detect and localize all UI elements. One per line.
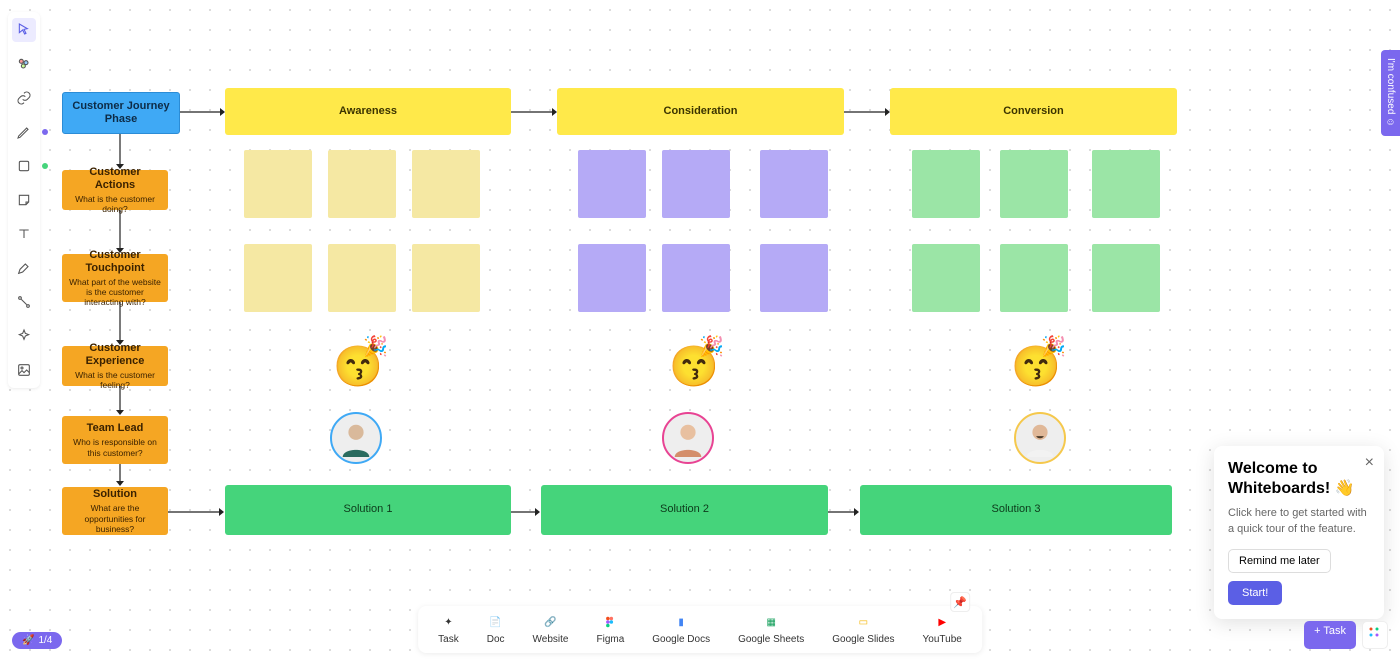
- connector-tool[interactable]: [12, 290, 36, 314]
- phase-conversion[interactable]: Conversion: [890, 88, 1177, 135]
- sticky-tool[interactable]: [12, 188, 36, 212]
- emoji-party-face-icon[interactable]: 😙: [332, 340, 384, 392]
- sticky[interactable]: [760, 150, 828, 218]
- insert-googledocs[interactable]: ▮Google Docs: [652, 614, 710, 645]
- link-tool[interactable]: [12, 86, 36, 110]
- solution-block[interactable]: Solution 2: [541, 485, 828, 535]
- insert-label: Doc: [487, 634, 505, 645]
- insert-label: Google Docs: [652, 634, 710, 645]
- insert-website[interactable]: 🔗Website: [533, 614, 569, 645]
- cursor-tool[interactable]: [12, 18, 36, 42]
- sticky[interactable]: [412, 150, 480, 218]
- insert-label: Figma: [596, 634, 624, 645]
- sticky[interactable]: [662, 244, 730, 312]
- arrow-down-icon: [114, 134, 126, 170]
- sticky[interactable]: [760, 244, 828, 312]
- avatar[interactable]: [662, 412, 714, 464]
- insert-label: Google Sheets: [738, 634, 804, 645]
- popover-desc: Click here to get started with a quick t…: [1228, 506, 1370, 537]
- phase-consideration[interactable]: Consideration: [557, 88, 844, 135]
- solution-block[interactable]: Solution 1: [225, 485, 511, 535]
- row-actions[interactable]: Customer Actions What is the customer do…: [62, 170, 168, 210]
- image-tool[interactable]: [12, 358, 36, 382]
- insert-youtube[interactable]: ▶YouTube: [923, 614, 962, 645]
- add-task-button[interactable]: + Task: [1304, 621, 1356, 649]
- sticky[interactable]: [328, 150, 396, 218]
- row-title: Team Lead: [87, 422, 144, 435]
- row-subtitle: Who is responsible on this customer?: [68, 437, 162, 457]
- sparkle-tool[interactable]: [12, 324, 36, 348]
- row-experience[interactable]: Customer Experience What is the customer…: [62, 346, 168, 386]
- left-toolbar: [8, 12, 40, 388]
- apps-grid-button[interactable]: [1362, 621, 1388, 649]
- sticky[interactable]: [328, 244, 396, 312]
- arrow-down-icon: [114, 210, 126, 254]
- confused-tab[interactable]: I'm confused ☺: [1381, 50, 1400, 136]
- rocket-icon: 🚀: [22, 635, 34, 646]
- insert-label: Website: [533, 634, 569, 645]
- solution-block[interactable]: Solution 3: [860, 485, 1172, 535]
- shape-tool[interactable]: [12, 154, 36, 178]
- arrow-down-icon: [114, 386, 126, 416]
- arrow-right-icon: [180, 106, 225, 118]
- arrow-right-icon: [168, 506, 225, 518]
- sticky[interactable]: [412, 244, 480, 312]
- insert-label: Google Slides: [832, 634, 894, 645]
- sticky[interactable]: [578, 150, 646, 218]
- sticky[interactable]: [1092, 150, 1160, 218]
- row-title: Solution: [93, 488, 137, 501]
- avatar[interactable]: [330, 412, 382, 464]
- emoji-party-face-icon[interactable]: 😙: [1010, 340, 1062, 392]
- row-teamlead[interactable]: Team Lead Who is responsible on this cus…: [62, 416, 168, 464]
- remind-later-button[interactable]: Remind me later: [1228, 549, 1331, 573]
- emoji-party-face-icon[interactable]: 😙: [668, 340, 720, 392]
- insert-label: Task: [438, 634, 459, 645]
- row-solution[interactable]: Solution What are the opportunities for …: [62, 487, 168, 535]
- start-button[interactable]: Start!: [1228, 581, 1282, 605]
- avatar[interactable]: [1014, 412, 1066, 464]
- highlighter-tool[interactable]: [12, 256, 36, 280]
- insert-googleslides[interactable]: ▭Google Slides: [832, 614, 894, 645]
- sticky[interactable]: [912, 244, 980, 312]
- insert-task[interactable]: ✦Task: [438, 614, 459, 645]
- arrow-right-icon: [511, 106, 557, 118]
- pen-tool[interactable]: [12, 120, 36, 144]
- row-touchpoint[interactable]: Customer Touchpoint What part of the web…: [62, 254, 168, 302]
- insert-figma[interactable]: Figma: [596, 614, 624, 645]
- sticky[interactable]: [912, 150, 980, 218]
- insert-label: YouTube: [923, 634, 962, 645]
- arrow-down-icon: [114, 302, 126, 346]
- sticky[interactable]: [578, 244, 646, 312]
- insert-googlesheets[interactable]: ▦Google Sheets: [738, 614, 804, 645]
- arrow-right-icon: [511, 506, 541, 518]
- sticky[interactable]: [1092, 244, 1160, 312]
- insert-bar: 📌 ✦Task 📄Doc 🔗Website Figma ▮Google Docs…: [418, 606, 982, 653]
- close-icon[interactable]: ×: [1365, 454, 1374, 472]
- confused-label: I'm confused: [1385, 58, 1396, 114]
- arrow-right-icon: [828, 506, 860, 518]
- phase-awareness[interactable]: Awareness: [225, 88, 511, 135]
- welcome-popover: × Welcome to Whiteboards! 👋 Click here t…: [1214, 446, 1384, 619]
- bottom-right-controls: + Task: [1304, 621, 1388, 649]
- insert-doc[interactable]: 📄Doc: [487, 614, 505, 645]
- arrow-right-icon: [844, 106, 890, 118]
- popover-title: Welcome to Whiteboards! 👋: [1228, 460, 1370, 498]
- row-subtitle: What are the opportunities for business?: [68, 503, 162, 534]
- header-block[interactable]: Customer Journey Phase: [62, 92, 180, 134]
- sticky[interactable]: [244, 150, 312, 218]
- nav-pill[interactable]: 🚀 1/4: [12, 632, 62, 649]
- sticky[interactable]: [1000, 244, 1068, 312]
- text-tool[interactable]: [12, 222, 36, 246]
- sticky[interactable]: [662, 150, 730, 218]
- arrow-down-icon: [114, 464, 126, 487]
- pin-icon[interactable]: 📌: [950, 592, 970, 612]
- ai-tool[interactable]: [12, 52, 36, 76]
- sticky[interactable]: [244, 244, 312, 312]
- nav-pill-text: 1/4: [38, 635, 52, 646]
- sticky[interactable]: [1000, 150, 1068, 218]
